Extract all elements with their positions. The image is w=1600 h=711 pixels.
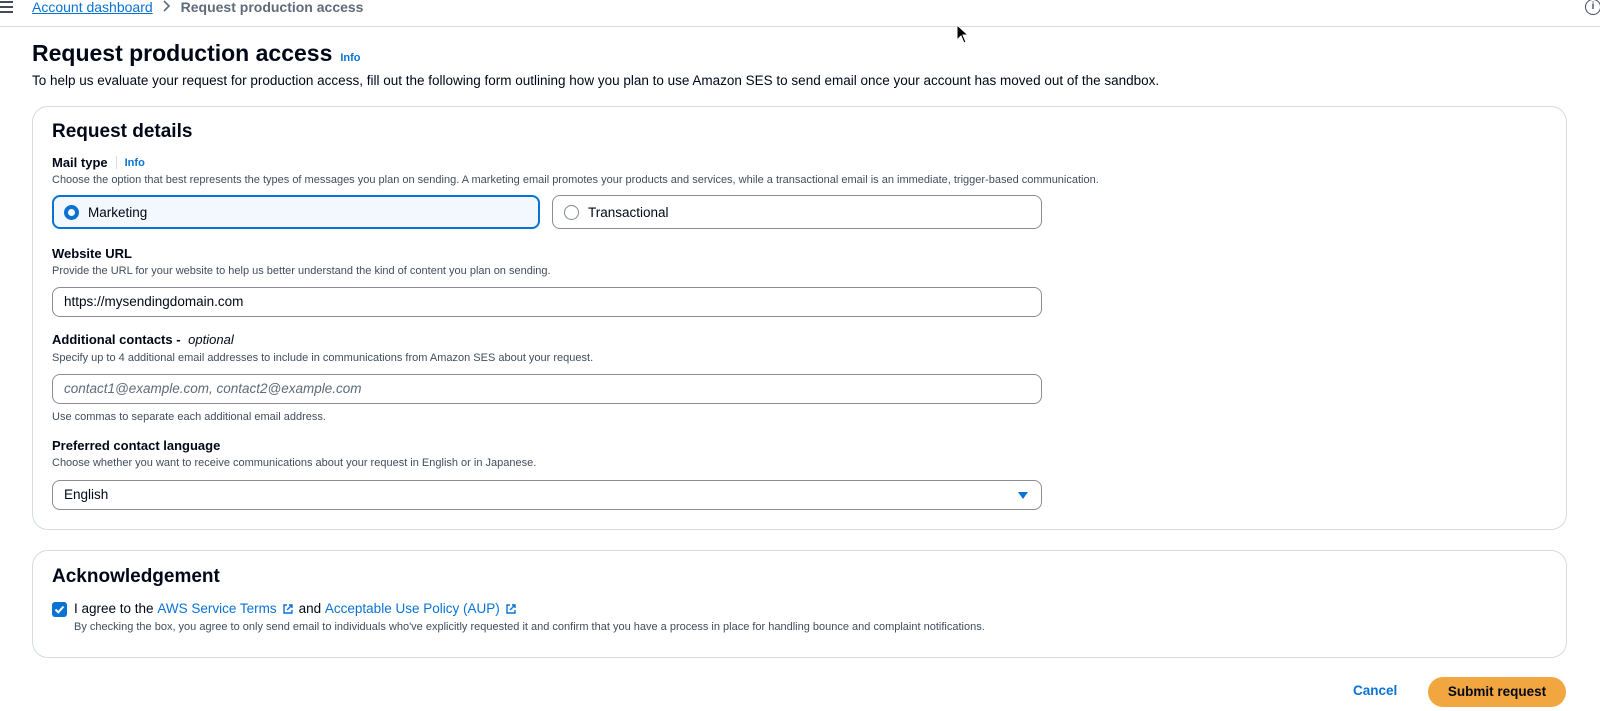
mail-type-label-text: Mail type (52, 155, 108, 170)
preferred-language-label: Preferred contact language (52, 438, 221, 453)
preferred-language-description: Choose whether you want to receive commu… (52, 457, 537, 469)
acknowledgement-title: Acknowledgement (52, 566, 220, 587)
page-title: Request production access (32, 40, 333, 66)
aws-service-terms-link[interactable]: AWS Service Terms (157, 601, 298, 616)
request-details-container: Request details Mail type Info Choose th… (32, 106, 1567, 530)
mail-type-option-label: Marketing (88, 204, 148, 220)
acknowledgement-description: By checking the box, you agree to only s… (74, 621, 985, 633)
cancel-button[interactable]: Cancel (1353, 683, 1397, 698)
breadcrumb-current-page: Request production access (180, 0, 364, 15)
mail-type-info-link[interactable]: Info (125, 157, 145, 169)
chevron-right-icon (163, 0, 171, 15)
caret-down-icon (1018, 492, 1028, 499)
preferred-language-select[interactable]: English (52, 480, 1042, 510)
mail-type-option-label: Transactional (588, 204, 669, 220)
optional-tag: optional (188, 332, 234, 347)
additional-contacts-hint: Use commas to separate each additional e… (52, 411, 326, 423)
website-url-label: Website URL (52, 246, 132, 261)
info-icon[interactable]: i (1585, 0, 1600, 15)
preferred-language-value: English (64, 487, 109, 502)
mail-type-description: Choose the option that best represents t… (52, 174, 1099, 186)
agree-conjunction: and (298, 601, 322, 616)
acceptable-use-policy-link[interactable]: Acceptable Use Policy (AUP) (325, 601, 522, 616)
mail-type-label: Mail type Info (52, 155, 145, 170)
menu-icon[interactable] (0, 1, 14, 13)
additional-contacts-description: Specify up to 4 additional email address… (52, 352, 594, 364)
request-details-title: Request details (52, 121, 193, 142)
mail-type-option-marketing[interactable]: Marketing (52, 195, 540, 229)
additional-contacts-input[interactable]: contact1@example.com, contact2@example.c… (52, 374, 1042, 404)
mouse-cursor-icon (956, 24, 970, 44)
submit-request-button[interactable]: Submit request (1428, 677, 1566, 707)
breadcrumb-account-dashboard[interactable]: Account dashboard (32, 0, 153, 15)
external-link-icon (506, 603, 516, 614)
external-link-icon (282, 603, 293, 614)
additional-contacts-label: Additional contacts - optional (52, 332, 234, 347)
label-divider (115, 156, 117, 169)
page-description: To help us evaluate your request for pro… (32, 73, 1160, 88)
aws-service-terms-text: AWS Service Terms (157, 601, 277, 616)
agree-prefix: I agree to the (74, 601, 154, 616)
acknowledgement-container: Acknowledgement I agree to the AWS Servi… (32, 550, 1567, 658)
checkmark-icon (54, 605, 65, 614)
radio-button[interactable] (564, 204, 579, 220)
mail-type-option-transactional[interactable]: Transactional (552, 195, 1042, 229)
website-url-description: Provide the URL for your website to help… (52, 265, 551, 277)
top-navigation-bar: Account dashboard Request production acc… (0, 0, 1600, 27)
radio-button[interactable] (64, 204, 79, 220)
breadcrumb: Account dashboard Request production acc… (32, 0, 363, 15)
acceptable-use-policy-text: Acceptable Use Policy (AUP) (324, 601, 500, 616)
agree-label: I agree to the AWS Service Terms and Acc… (74, 601, 522, 616)
additional-contacts-label-text: Additional contacts - (52, 332, 185, 347)
agree-checkbox[interactable] (52, 602, 67, 617)
page-header: Request production access Info (32, 40, 361, 67)
website-url-input[interactable]: https://mysendingdomain.com (52, 287, 1042, 317)
page-info-link[interactable]: Info (340, 52, 360, 64)
